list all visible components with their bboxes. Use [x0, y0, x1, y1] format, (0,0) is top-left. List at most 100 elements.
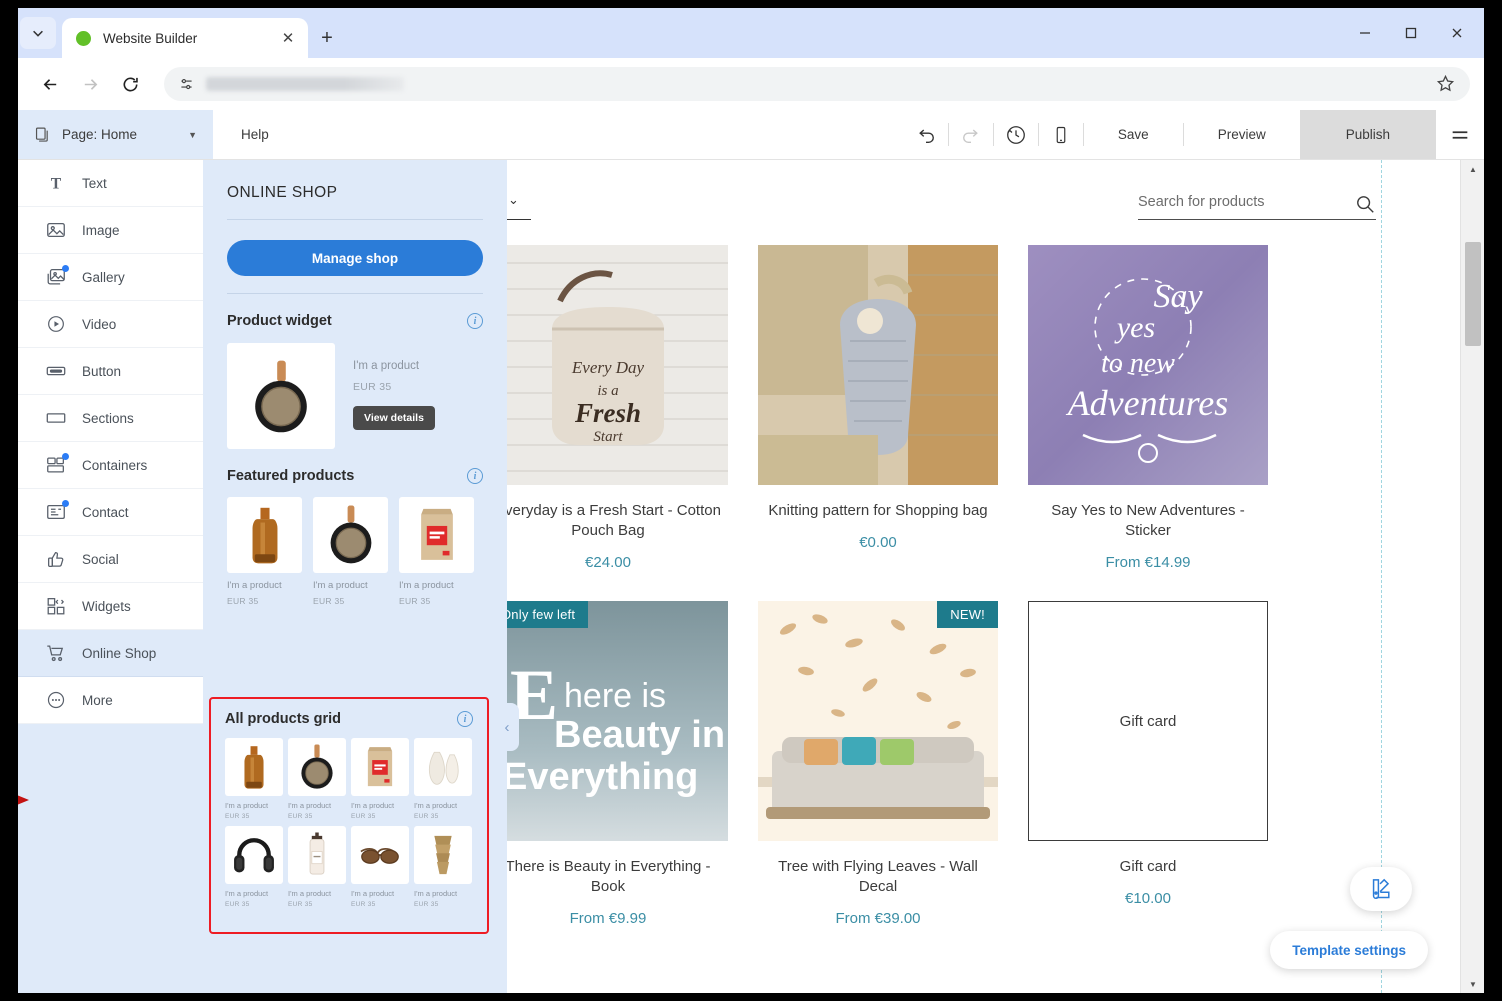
- svg-text:here is: here is: [564, 677, 666, 715]
- sidebar-item-contact[interactable]: Contact: [18, 489, 203, 536]
- main-menu-button[interactable]: [1436, 110, 1484, 159]
- product-card[interactable]: Say yes to new Adventures Say Yes to New…: [1013, 245, 1283, 571]
- manage-shop-button[interactable]: Manage shop: [227, 240, 483, 276]
- info-icon[interactable]: i: [467, 468, 483, 484]
- sidebar-item-label: Widgets: [82, 599, 131, 614]
- product-widget-preview[interactable]: I'm a product EUR 35 View details: [227, 343, 483, 449]
- featured-product-cell[interactable]: I'm a productEUR 35: [313, 497, 388, 606]
- product-title: Everyday is a Fresh Start - Cotton Pouch…: [473, 501, 743, 541]
- sidebar-item-label: Video: [82, 317, 116, 332]
- history-button[interactable]: [994, 110, 1038, 159]
- redo-button[interactable]: [949, 110, 993, 159]
- sidebar-item-more[interactable]: More: [18, 677, 203, 724]
- sidebar-item-button[interactable]: Button: [18, 348, 203, 395]
- product-widget-header: Product widget i: [227, 313, 483, 329]
- sidebar-item-label: Text: [82, 176, 107, 191]
- template-settings-button[interactable]: Template settings: [1270, 931, 1428, 969]
- product-image[interactable]: E here is Beauty in Everything Only few …: [488, 601, 728, 841]
- product-thumbnail: [227, 497, 302, 573]
- svg-text:is a: is a: [597, 383, 618, 399]
- forward-icon[interactable]: [72, 66, 108, 102]
- all-products-grid-header: All products grid i: [225, 711, 473, 727]
- sidebar-item-gallery[interactable]: Gallery: [18, 254, 203, 301]
- featured-product-cell[interactable]: I'm a productEUR 35: [227, 497, 302, 606]
- sidebar-item-sections[interactable]: Sections: [18, 395, 203, 442]
- product-image[interactable]: Say yes to new Adventures: [1028, 245, 1268, 485]
- all-products-grid-cell[interactable]: I'm a productEUR 35: [351, 826, 409, 908]
- browser-tab[interactable]: Website Builder ✕: [62, 18, 308, 58]
- sidebar-item-label: Containers: [82, 458, 147, 473]
- back-icon[interactable]: [32, 66, 68, 102]
- minimize-icon[interactable]: [1342, 8, 1388, 58]
- browser-address-bar: [18, 58, 1484, 110]
- scrollbar-thumb[interactable]: [1465, 242, 1481, 346]
- page-selector[interactable]: Page: Home ▼: [18, 110, 213, 159]
- all-products-grid-cell[interactable]: I'm a productEUR 35: [288, 826, 346, 908]
- view-details-button[interactable]: View details: [353, 406, 435, 430]
- product-widget-title: Product widget: [227, 313, 332, 329]
- reload-icon[interactable]: [112, 66, 148, 102]
- design-tools-button[interactable]: [1350, 867, 1412, 911]
- product-card[interactable]: Every Day is a Fresh Start Everyday is a…: [473, 245, 743, 571]
- save-button[interactable]: Save: [1084, 110, 1183, 159]
- product-name: I'm a product: [288, 889, 346, 898]
- publish-button[interactable]: Publish: [1300, 110, 1436, 159]
- sidebar-item-online-shop[interactable]: Online Shop: [18, 630, 203, 677]
- sidebar-item-text[interactable]: TText: [18, 160, 203, 207]
- sections-icon: [45, 407, 67, 429]
- arrow-right-glyph: [81, 75, 100, 94]
- collapse-panel-button[interactable]: ‹: [495, 703, 519, 751]
- sidebar-item-widgets[interactable]: Widgets: [18, 583, 203, 630]
- product-card[interactable]: E here is Beauty in Everything Only few …: [473, 601, 743, 927]
- product-card[interactable]: Gift cardGift card€10.00: [1013, 601, 1283, 927]
- mobile-device-icon: [1051, 125, 1071, 145]
- search-icon[interactable]: [1354, 193, 1376, 215]
- featured-products-preview[interactable]: I'm a productEUR 35I'm a productEUR 35I'…: [227, 497, 483, 606]
- help-button[interactable]: Help: [213, 110, 291, 159]
- product-image[interactable]: Every Day is a Fresh Start: [488, 245, 728, 485]
- product-image[interactable]: NEW!: [758, 601, 998, 841]
- scroll-down-icon[interactable]: ▼: [1461, 975, 1484, 993]
- scroll-up-icon[interactable]: ▲: [1461, 160, 1484, 178]
- product-card[interactable]: Knitting pattern for Shopping bag€0.00: [743, 245, 1013, 571]
- product-search[interactable]: [1138, 188, 1376, 220]
- maximize-icon[interactable]: [1388, 8, 1434, 58]
- minimize-glyph: [1358, 26, 1372, 40]
- mobile-preview-button[interactable]: [1039, 110, 1083, 159]
- bookmark-star-icon[interactable]: [1436, 74, 1456, 94]
- product-thumbnail: [288, 738, 346, 796]
- all-products-grid-cell[interactable]: I'm a productEUR 35: [225, 826, 283, 908]
- product-image[interactable]: [758, 245, 998, 485]
- close-window-icon[interactable]: [1434, 8, 1480, 58]
- more-icon: [45, 689, 67, 711]
- all-products-grid-cell[interactable]: I'm a productEUR 35: [414, 738, 472, 820]
- close-icon[interactable]: ✕: [278, 28, 298, 48]
- featured-product-cell[interactable]: I'm a productEUR 35: [399, 497, 474, 606]
- sidebar-item-social[interactable]: Social: [18, 536, 203, 583]
- all-products-grid-cell[interactable]: I'm a productEUR 35: [351, 738, 409, 820]
- undo-button[interactable]: [904, 110, 948, 159]
- site-settings-icon[interactable]: [176, 74, 196, 94]
- sidebar-item-image[interactable]: Image: [18, 207, 203, 254]
- svg-text:Say: Say: [1153, 278, 1203, 315]
- sidebar-item-containers[interactable]: Containers: [18, 442, 203, 489]
- product-price: From €39.00: [743, 910, 1013, 927]
- notification-dot: [62, 265, 69, 272]
- new-tab-icon[interactable]: +: [314, 25, 340, 51]
- canvas-scrollbar[interactable]: ▲ ▼: [1460, 160, 1484, 993]
- all-products-grid-widget[interactable]: All products grid i I'm a productEUR 35I…: [209, 697, 489, 934]
- all-products-grid-cell[interactable]: I'm a productEUR 35: [288, 738, 346, 820]
- info-icon[interactable]: i: [467, 313, 483, 329]
- star-glyph: [1436, 74, 1455, 93]
- product-card[interactable]: NEW!Tree with Flying Leaves - Wall Decal…: [743, 601, 1013, 927]
- sidebar-item-video[interactable]: Video: [18, 301, 203, 348]
- undo-icon: [916, 125, 936, 145]
- preview-button[interactable]: Preview: [1184, 110, 1300, 159]
- url-bar[interactable]: [164, 67, 1470, 101]
- browser-window: Website Builder ✕ +: [18, 8, 1484, 993]
- info-icon[interactable]: i: [457, 711, 473, 727]
- tab-search-dropdown-icon[interactable]: [20, 17, 56, 49]
- all-products-grid-cell[interactable]: I'm a productEUR 35: [225, 738, 283, 820]
- all-products-grid-cell[interactable]: I'm a productEUR 35: [414, 826, 472, 908]
- search-input[interactable]: [1138, 194, 1354, 214]
